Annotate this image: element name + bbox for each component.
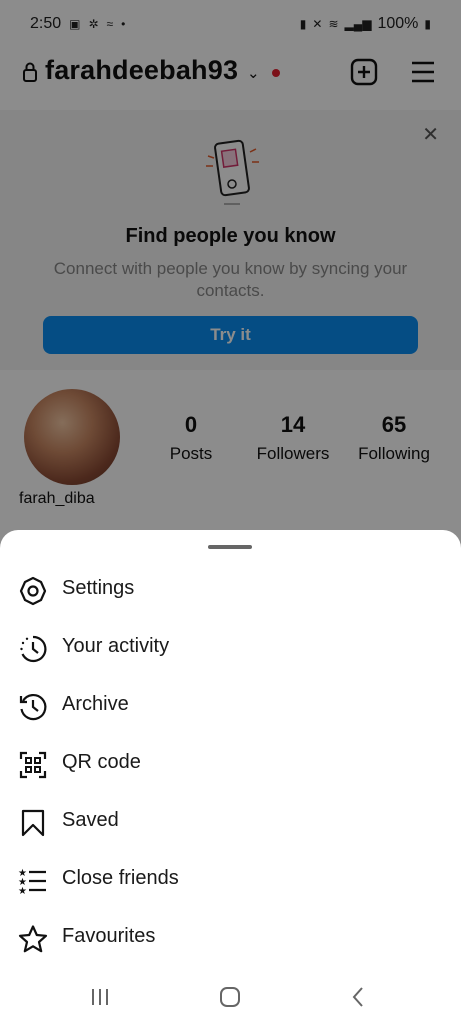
svg-text:★: ★ xyxy=(18,886,27,896)
close-friends-list-icon: ★ ★ ★ xyxy=(18,868,46,896)
star-icon xyxy=(18,925,48,953)
menu-item-label: Settings xyxy=(62,577,135,599)
menu-item-favourites[interactable]: Favourites xyxy=(0,911,461,961)
menu-item-your-activity[interactable]: Your activity xyxy=(0,621,461,671)
recent-apps-icon[interactable] xyxy=(86,984,114,1010)
menu-item-label: Your activity xyxy=(62,635,170,657)
menu-item-settings[interactable]: Settings xyxy=(0,563,461,613)
options-bottom-sheet: Settings Your activity Archive QR code S… xyxy=(0,530,461,1024)
menu-item-label: Close friends xyxy=(62,867,179,889)
menu-item-saved[interactable]: Saved xyxy=(0,795,461,845)
activity-clock-icon xyxy=(20,635,47,663)
settings-gear-icon xyxy=(19,576,47,606)
archive-history-icon xyxy=(19,694,47,721)
system-nav-bar xyxy=(0,970,461,1024)
menu-item-label: Favourites xyxy=(62,925,156,947)
menu-item-label: Archive xyxy=(62,693,129,715)
home-icon[interactable] xyxy=(216,984,244,1010)
menu-item-label: Saved xyxy=(62,809,119,831)
menu-item-close-friends[interactable]: ★ ★ ★ Close friends xyxy=(0,853,461,903)
qr-code-icon xyxy=(19,751,47,779)
menu-item-qr-code[interactable]: QR code xyxy=(0,737,461,787)
bookmark-icon xyxy=(21,809,45,837)
menu-item-label: QR code xyxy=(62,751,141,773)
sheet-drag-handle[interactable] xyxy=(208,545,252,549)
menu-item-archive[interactable]: Archive xyxy=(0,679,461,729)
back-icon[interactable] xyxy=(345,984,373,1010)
